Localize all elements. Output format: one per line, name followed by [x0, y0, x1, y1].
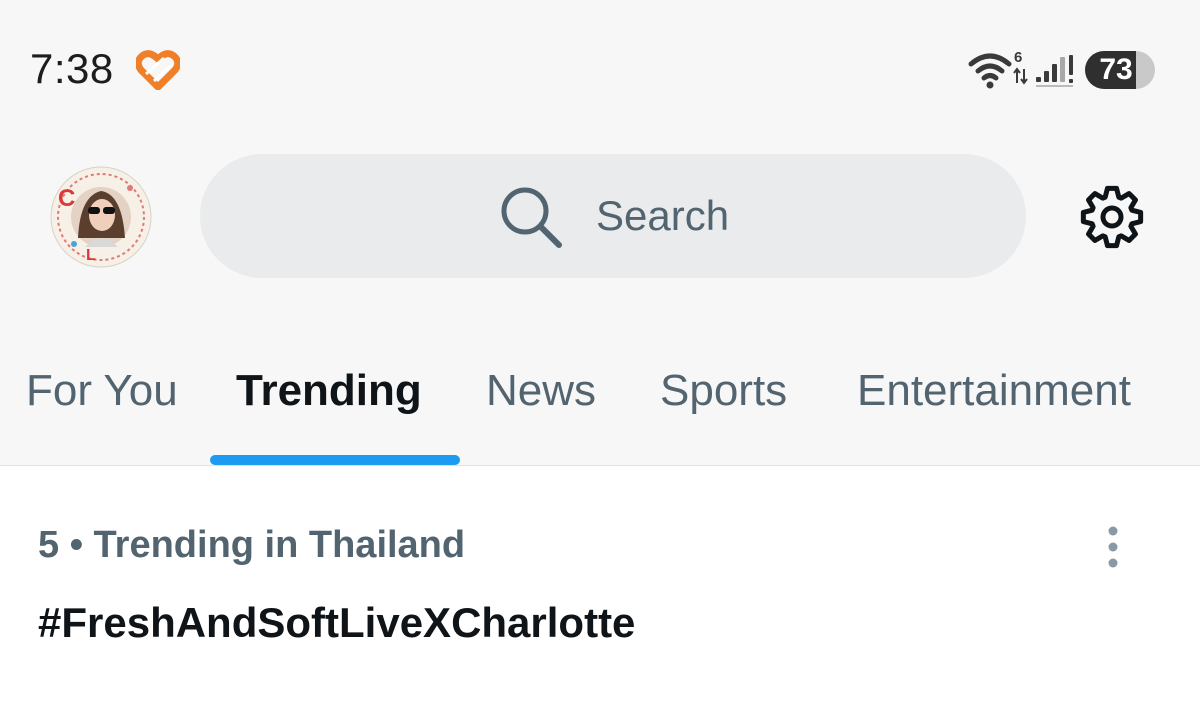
- search-icon: [501, 187, 562, 248]
- more-vertical-icon[interactable]: [1098, 524, 1128, 570]
- battery-icon: 73: [1085, 51, 1155, 89]
- avatar[interactable]: C L: [50, 166, 152, 268]
- search-placeholder: Search: [596, 192, 730, 239]
- tab-news[interactable]: News: [486, 365, 596, 417]
- wifi-badge: 6: [1014, 49, 1022, 66]
- tab-for-you[interactable]: For You: [26, 365, 178, 417]
- trend-meta: 5 • Trending in Thailand: [38, 524, 466, 566]
- trend-name[interactable]: #FreshAndSoftLiveXCharlotte: [38, 598, 635, 648]
- search-bar[interactable]: Search: [200, 154, 1026, 278]
- gear-icon[interactable]: [1077, 182, 1147, 252]
- tab-sports[interactable]: Sports: [660, 365, 787, 417]
- tab-trending[interactable]: Trending: [236, 365, 422, 417]
- active-tab-indicator: [210, 455, 460, 465]
- svg-text:C: C: [58, 185, 75, 212]
- battery-percent: 73: [1099, 53, 1133, 86]
- tabs-divider: [0, 465, 1200, 466]
- heart-icon: [136, 50, 180, 90]
- tab-bar: For You Trending News Sports Entertainme…: [0, 360, 1200, 466]
- tab-entertainment[interactable]: Entertainment: [857, 365, 1131, 417]
- signal-icon: [1036, 55, 1073, 87]
- status-time: 7:38: [30, 45, 114, 92]
- svg-text:L: L: [86, 247, 96, 264]
- wifi-icon: 6: [968, 49, 1028, 89]
